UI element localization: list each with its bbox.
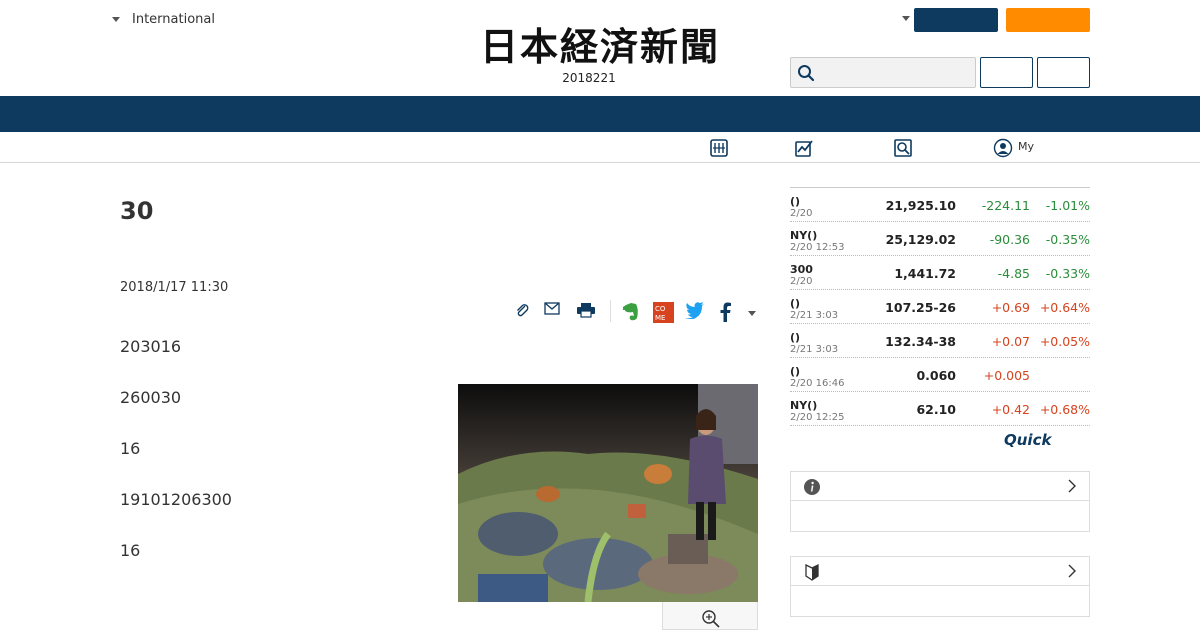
market-time: 2/20 12:53: [790, 242, 845, 253]
outline-button-1[interactable]: [980, 57, 1033, 88]
market-pct: +0.68%: [1039, 402, 1090, 417]
search-news-icon[interactable]: [893, 138, 913, 158]
article-paragraph: 16: [120, 541, 141, 560]
outline-button-2[interactable]: [1037, 57, 1090, 88]
market-row[interactable]: () 2/21 3:03 107.25-26 +0.69 +0.64%: [790, 290, 1090, 324]
market-name: (): [790, 331, 801, 344]
info-panel: [790, 471, 1090, 532]
svg-text:CO: CO: [655, 305, 666, 313]
info-panel-header[interactable]: [791, 472, 1089, 501]
article-paragraph: 19101206300: [120, 490, 232, 509]
evernote-icon[interactable]: [622, 302, 640, 322]
market-pct: +0.05%: [1039, 334, 1090, 349]
market-time: 2/20: [790, 208, 813, 219]
chevron-right-icon[interactable]: [1067, 564, 1077, 578]
market-value: 25,129.02: [885, 232, 956, 247]
chart-trend-icon[interactable]: [794, 138, 814, 158]
market-value: 1,441.72: [894, 266, 956, 281]
edition-label: International: [132, 12, 215, 27]
masthead-text: 日本経済新聞: [479, 24, 720, 69]
market-row[interactable]: () 2/21 3:03 132.34-38 +0.07 +0.05%: [790, 324, 1090, 358]
market-row[interactable]: 300 2/20 1,441.72 -4.85 -0.33%: [790, 256, 1090, 290]
market-time: 2/20 16:46: [790, 378, 845, 389]
market-name: NY(): [790, 399, 818, 412]
more-share-caret-icon[interactable]: [748, 311, 756, 316]
caret-down-icon[interactable]: [902, 16, 910, 21]
comment-service-icon[interactable]: CO ME: [653, 302, 674, 323]
article-paragraph: 260030: [120, 388, 182, 407]
article-paragraph: 16: [120, 439, 141, 458]
market-name: (): [790, 195, 801, 208]
market-value: 107.25-26: [885, 300, 956, 315]
market-change: +0.07: [991, 334, 1030, 349]
beginner-panel: [790, 556, 1090, 617]
market-time: 2/20: [790, 276, 813, 287]
chevron-right-icon[interactable]: [1067, 479, 1077, 493]
market-change: -90.36: [989, 232, 1030, 247]
main-nav-bar[interactable]: [0, 96, 1200, 132]
paper-edition-icon[interactable]: [709, 138, 729, 158]
market-name: NY(): [790, 229, 818, 242]
mail-icon[interactable]: [544, 302, 560, 316]
article-paragraph: 203016: [120, 337, 182, 356]
market-row[interactable]: NY() 2/20 12:25 62.10 +0.42 +0.68%: [790, 392, 1090, 426]
market-name: 300: [790, 263, 813, 276]
market-pct: -1.01%: [1045, 198, 1090, 213]
user-avatar-icon[interactable]: [993, 138, 1013, 158]
zoom-in-icon[interactable]: [701, 609, 721, 629]
my-page-label[interactable]: My: [1018, 140, 1034, 153]
market-pct: -0.35%: [1045, 232, 1090, 247]
article-photo[interactable]: [458, 384, 758, 602]
share-divider: [610, 300, 611, 322]
search-icon[interactable]: [797, 64, 815, 82]
market-row[interactable]: () 2/20 16:46 0.060 +0.005: [790, 358, 1090, 392]
share-toolbar: CO ME: [510, 298, 760, 326]
orange-header-button[interactable]: [1006, 8, 1090, 32]
market-name: (): [790, 365, 801, 378]
market-value: 21,925.10: [885, 198, 956, 213]
navy-header-button[interactable]: [914, 8, 998, 32]
masthead-logo[interactable]: 日本経済新聞: [452, 26, 748, 68]
market-change: +0.005: [983, 368, 1030, 383]
photo-zoom-bar[interactable]: [662, 602, 758, 630]
market-value: 132.34-38: [885, 334, 956, 349]
market-row[interactable]: () 2/20 21,925.10 -224.11 -1.01%: [790, 188, 1090, 222]
issue-date: 2018221: [562, 71, 616, 85]
market-value: 62.10: [916, 402, 956, 417]
clip-icon[interactable]: [514, 302, 530, 318]
market-row[interactable]: NY() 2/20 12:53 25,129.02 -90.36 -0.35%: [790, 222, 1090, 256]
article-headline: 30: [120, 197, 154, 225]
market-change: +0.42: [991, 402, 1030, 417]
market-time: 2/21 3:03: [790, 344, 839, 355]
site-header: International 日本経済新聞 2018221: [0, 0, 1200, 96]
market-name: (): [790, 297, 801, 310]
market-time: 2/20 12:25: [790, 412, 845, 423]
search-input[interactable]: [821, 61, 971, 85]
article-date: 2018/1/17 11:30: [120, 280, 229, 295]
info-icon: [804, 479, 820, 495]
market-change: +0.69: [991, 300, 1030, 315]
market-pct: +0.64%: [1039, 300, 1090, 315]
beginner-mark-icon: [805, 563, 819, 581]
market-data-table: () 2/20 21,925.10 -224.11 -1.01% NY() 2/…: [790, 187, 1090, 426]
sub-nav: My: [0, 132, 1200, 163]
market-pct: -0.33%: [1045, 266, 1090, 281]
market-change: -224.11: [981, 198, 1030, 213]
quick-logo[interactable]: Quick: [1004, 431, 1051, 449]
market-change: -4.85: [997, 266, 1030, 281]
print-icon[interactable]: [576, 302, 596, 318]
edition-selector[interactable]: International: [112, 12, 215, 27]
twitter-icon[interactable]: [685, 302, 705, 319]
search-box[interactable]: [790, 57, 976, 88]
svg-text:ME: ME: [655, 314, 665, 322]
market-time: 2/21 3:03: [790, 310, 839, 321]
beginner-panel-header[interactable]: [791, 557, 1089, 586]
facebook-icon[interactable]: [719, 302, 731, 322]
market-value: 0.060: [916, 368, 956, 383]
caret-down-icon: [112, 17, 120, 22]
